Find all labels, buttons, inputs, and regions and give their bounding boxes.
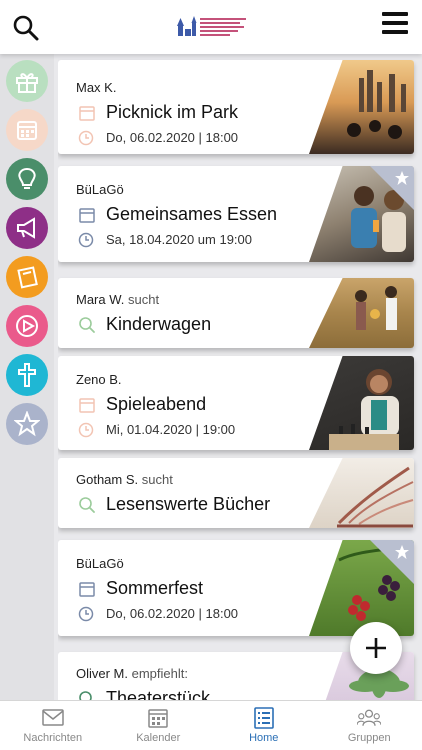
plus-icon [366,638,386,658]
idea-category-button[interactable] [6,158,48,200]
play-icon [16,315,38,337]
calendar-icon [79,208,95,223]
card-title: Theaterstück [106,688,211,700]
note-category-button[interactable] [6,256,48,298]
card-date: Sa, 18.04.2020 um 19:00 [106,232,253,247]
add-post-button[interactable] [350,622,402,674]
card-author: Gotham S. sucht [76,472,173,487]
card-title: Spieleabend [106,394,207,414]
envelope-icon [42,709,64,726]
search-icon [79,317,95,333]
card-author: BüLaGö [76,556,124,571]
favorites-category-button[interactable] [6,403,48,445]
card-date: Do, 06.02.2020 | 18:00 [106,130,239,145]
megaphone-icon [17,217,35,239]
star-icon [395,545,409,559]
card-date: Do, 06.02.2020 | 18:00 [106,606,239,621]
calendar-icon [79,106,95,121]
group-icon [357,709,382,726]
lightbulb-icon [18,167,36,189]
tab-label: Nachrichten [23,732,83,744]
gift-icon [16,73,38,93]
media-category-button[interactable] [6,305,48,347]
card-title: Gemeinsames Essen [106,204,278,224]
hamburger-menu-icon[interactable] [382,12,408,36]
card-author: Mara W. sucht [76,292,160,307]
tab-label: Home [249,732,279,744]
card-author: Zeno B. [76,372,122,387]
search-icon [79,497,95,513]
calendar-category-button[interactable] [6,109,48,151]
calendar-icon [79,582,95,597]
gift-category-button[interactable] [6,60,48,102]
search-icon[interactable] [12,14,40,42]
category-sidebar [0,54,54,700]
card-author: BüLaGö [76,182,124,197]
card-photo [309,356,414,450]
recommend-icon [79,691,92,700]
top-bar [0,0,422,54]
tab-label: Kalender [136,732,181,744]
card-title: Kinderwagen [106,314,212,334]
clock-icon [78,232,94,248]
list-icon [253,707,274,729]
cross-icon [18,363,36,387]
card-author: Max K. [76,80,117,95]
feed-card[interactable]: BüLaGö Sommerfest Do, 06.02.2020 | 18:00 [58,540,414,636]
card-title: Lesenswerte Bücher [106,494,271,514]
card-author: Oliver M. empfiehlt: [76,666,188,681]
tab-kalender[interactable]: Kalender [106,701,212,750]
star-icon [14,411,40,437]
card-photo [309,458,414,528]
announcement-category-button[interactable] [6,207,48,249]
tab-home[interactable]: Home [211,701,317,750]
card-photo [309,278,414,348]
feed-card[interactable]: Gotham S. sucht Lesenswerte Bücher [58,458,414,528]
faith-category-button[interactable] [6,354,48,396]
calendar-icon [17,121,37,140]
bottom-tab-bar: Nachrichten Kalender Home Gruppen [0,700,422,750]
feed-card[interactable]: BüLaGö Gemeinsames Essen Sa, 18.04.2020 … [58,166,414,262]
feed-card[interactable]: Max K. Picknick im Park Do, 06.02.2020 |… [58,60,414,154]
card-date: Mi, 01.04.2020 | 19:00 [106,422,236,437]
feed-card[interactable]: Mara W. sucht Kinderwagen [58,278,414,348]
calendar-icon [148,709,168,728]
home-feed[interactable]: Max K. Picknick im Park Do, 06.02.2020 |… [58,54,422,700]
card-title: Picknick im Park [106,102,239,122]
card-photo [309,60,414,154]
note-icon [17,266,38,289]
church-logo [177,16,246,36]
tab-nachrichten[interactable]: Nachrichten [0,701,106,750]
calendar-icon [79,398,95,413]
tab-label: Gruppen [347,732,391,744]
clock-icon [78,606,94,622]
feed-card[interactable]: Zeno B. Spieleabend Mi, 01.04.2020 | 19:… [58,356,414,450]
card-title: Sommerfest [106,578,204,598]
clock-icon [78,130,94,146]
star-icon [395,171,409,185]
tab-gruppen[interactable]: Gruppen [317,701,422,750]
clock-icon [78,422,94,438]
